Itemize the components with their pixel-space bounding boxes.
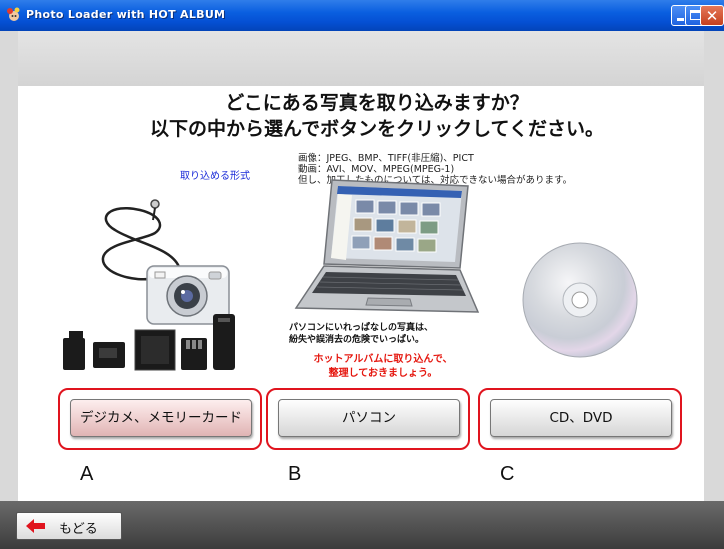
close-button[interactable]: ✕ (700, 5, 724, 26)
promo-line-1: ホットアルバムに取り込んで、 (313, 354, 453, 365)
minimize-icon (677, 18, 684, 21)
arrow-left-icon (26, 519, 45, 533)
heading-line-1: どこにある写真を取り込みますか？ (225, 92, 529, 114)
import-promo: ホットアルバムに取り込んで、 整理しておきましょう。 (290, 353, 476, 381)
notice-line-2: 紛失や誤消去の危険でいっぱい。 (289, 335, 425, 345)
promo-line-2: 整理しておきましょう。 (328, 368, 438, 379)
label-b: B (288, 463, 302, 485)
app-icon (7, 7, 20, 21)
heading-line-2: 以下の中から選んでボタンをクリックしてください。 (150, 118, 604, 140)
formats-image: 画像：JPEG、BMP、TIFF(非圧縮)、PICT (298, 153, 474, 164)
option-a-highlight: デジカメ、メモリーカード (58, 388, 262, 450)
page-title: どこにある写真を取り込みますか？ 以下の中から選んでボタンをクリックしてください… (0, 90, 724, 142)
window-title: Photo Loader with HOT ALBUM (26, 8, 226, 21)
camera-memory-card-illustration (63, 199, 235, 371)
label-a: A (80, 463, 94, 485)
title-bar: Photo Loader with HOT ALBUM ✕ (0, 0, 724, 31)
back-button[interactable]: もどる (16, 512, 122, 540)
cd-dvd-button[interactable]: CD、DVD (490, 399, 672, 437)
label-c: C (500, 463, 515, 485)
close-icon: ✕ (705, 7, 719, 25)
header-band (0, 31, 724, 86)
laptop-notice: パソコンにいれっぱなしの写真は、 紛失や誤消去の危険でいっぱい。 (289, 322, 433, 346)
supported-formats-link[interactable]: 取り込める形式 (180, 167, 250, 182)
back-button-label: もどる (59, 522, 98, 537)
laptop-illustration (294, 179, 480, 313)
option-b-highlight: パソコン (266, 388, 470, 450)
camera-memory-card-button[interactable]: デジカメ、メモリーカード (70, 399, 252, 437)
notice-line-1: パソコンにいれっぱなしの写真は、 (289, 323, 434, 333)
cd-dvd-illustration (522, 242, 638, 358)
option-c-highlight: CD、DVD (478, 388, 682, 450)
pc-button[interactable]: パソコン (278, 399, 460, 437)
